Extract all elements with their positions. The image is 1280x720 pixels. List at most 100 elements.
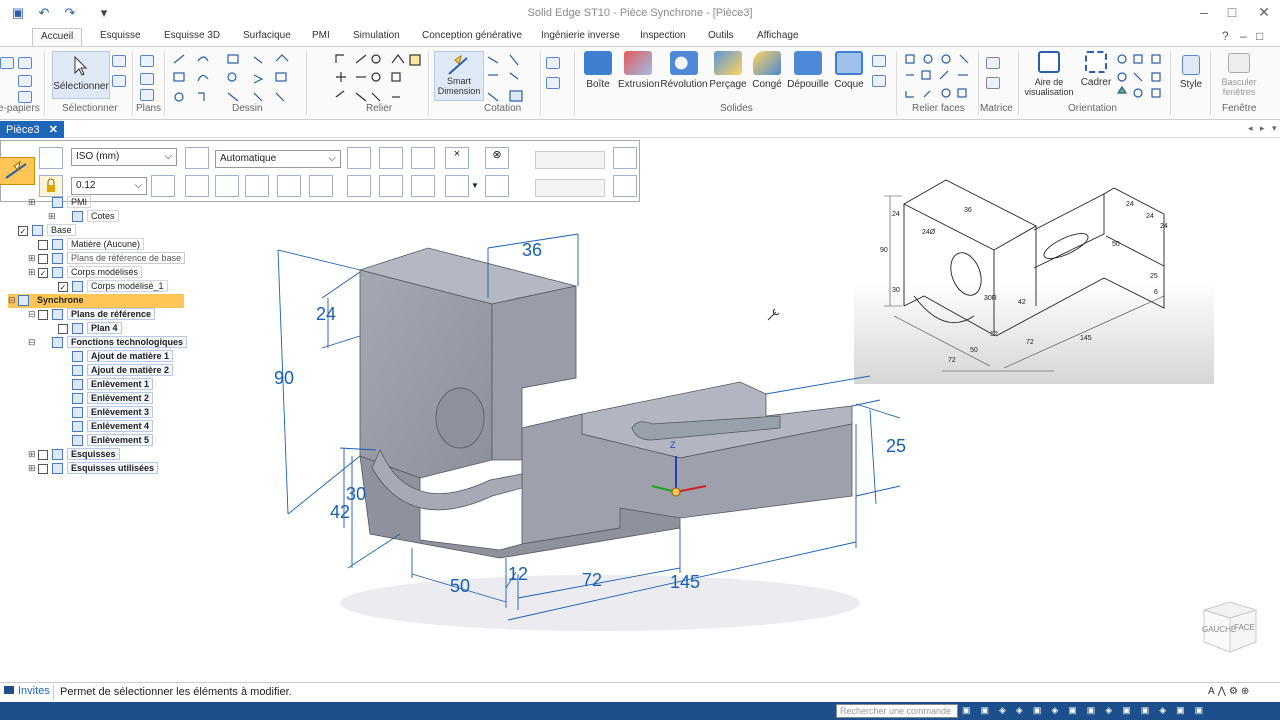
diameter-dim-icon[interactable] bbox=[277, 175, 301, 197]
tree-row[interactable]: Matière (Aucune) bbox=[8, 238, 198, 252]
tab-affichage[interactable]: Affichage bbox=[757, 30, 799, 41]
mirror-icon[interactable] bbox=[986, 77, 1000, 89]
tree-row[interactable]: ✓ Corps modélisé_1 bbox=[8, 280, 198, 294]
hole-button[interactable]: Perçage bbox=[708, 51, 748, 90]
plane-icon[interactable] bbox=[140, 55, 154, 67]
switch-windows-button[interactable]: Basculer fenêtres bbox=[1212, 53, 1266, 97]
solids-more-icon-2[interactable] bbox=[872, 75, 886, 87]
tree-row[interactable]: ⊟ Synchrone bbox=[8, 294, 184, 308]
coincident-plane-icon[interactable] bbox=[140, 73, 154, 85]
ribbon-restore-icon[interactable]: □ bbox=[1256, 29, 1263, 43]
style-button[interactable]: Style bbox=[1176, 55, 1206, 90]
status-tools-icons[interactable]: A⋀⚙⊕ bbox=[1208, 686, 1252, 697]
stack-dim-icon[interactable] bbox=[411, 175, 435, 197]
relate-tools-icons[interactable] bbox=[334, 53, 424, 105]
coordinate-dim-icon[interactable] bbox=[379, 175, 403, 197]
close-document-icon[interactable]: ✕ bbox=[49, 124, 58, 136]
tree-row[interactable]: ⊟ Fonctions technologiques bbox=[8, 336, 198, 350]
view-toolbar-icons[interactable]: ▣▣◈◈▣◈▣▣◈▣▣◈▣▣ bbox=[962, 705, 1272, 717]
select-mode-icon[interactable] bbox=[112, 75, 126, 87]
arc-dim-icon[interactable] bbox=[379, 147, 403, 169]
tab-menu-icon[interactable]: ▾ bbox=[1272, 123, 1277, 134]
tolerance-select-2[interactable] bbox=[535, 179, 605, 197]
maximize-icon[interactable]: □ bbox=[1220, 4, 1244, 20]
tree-expand-icon[interactable]: ⊞ bbox=[28, 267, 38, 278]
cut-icon[interactable] bbox=[0, 57, 14, 69]
view-tools-icons[interactable] bbox=[1116, 53, 1164, 99]
tab-scroll-right-icon[interactable]: ▸ bbox=[1260, 123, 1265, 134]
select-button[interactable]: Sélectionner bbox=[52, 51, 110, 99]
chamfer-dim-icon[interactable] bbox=[245, 175, 269, 197]
pmi-options-icon[interactable] bbox=[546, 77, 560, 89]
display-options-icon[interactable] bbox=[485, 175, 509, 197]
chevron-down-icon[interactable]: ▼ bbox=[471, 181, 479, 190]
edit-dim-icon[interactable] bbox=[445, 175, 469, 197]
ribbon-minimize-icon[interactable]: – bbox=[1240, 29, 1247, 43]
dimension-style-icon[interactable] bbox=[39, 147, 63, 169]
revolve-button[interactable]: Révolution bbox=[660, 51, 708, 90]
model-viewport[interactable]: 36 24 90 30 42 50 12 72 145 25 Z bbox=[260, 228, 920, 648]
tab-surfacique[interactable]: Surfacique bbox=[243, 30, 291, 41]
angle-dim-icon[interactable] bbox=[215, 175, 239, 197]
tree-row[interactable]: Enlèvement 3 bbox=[8, 406, 198, 420]
close-x-icon[interactable]: × bbox=[445, 147, 469, 169]
tree-row[interactable]: Ajout de matière 1 bbox=[8, 350, 198, 364]
tree-row[interactable]: ⊞ ✓ Corps modélisés bbox=[8, 266, 198, 280]
tree-checkbox[interactable] bbox=[38, 449, 48, 460]
tree-row[interactable]: Enlèvement 2 bbox=[8, 392, 198, 406]
pattern-icon[interactable] bbox=[986, 57, 1000, 69]
dimension-tools-icons[interactable] bbox=[486, 53, 532, 105]
solids-more-icon[interactable] bbox=[872, 55, 886, 67]
tree-expand-icon[interactable]: ⊞ bbox=[28, 253, 38, 264]
precision-options-icon[interactable] bbox=[151, 175, 175, 197]
tree-expand-icon[interactable]: ⊞ bbox=[28, 449, 38, 460]
tree-checkbox[interactable]: ✓ bbox=[18, 225, 28, 236]
tree-row[interactable]: ⊞ Esquisses utilisées bbox=[8, 462, 198, 476]
tree-checkbox[interactable] bbox=[38, 463, 48, 474]
tree-row[interactable]: ⊟ Plans de référence bbox=[8, 308, 198, 322]
tree-row[interactable]: Enlèvement 4 bbox=[8, 420, 198, 434]
symmetric-dim-icon[interactable] bbox=[347, 175, 371, 197]
tree-expand-icon[interactable]: ⊞ bbox=[48, 211, 58, 222]
tree-expand-icon[interactable]: ⊞ bbox=[28, 197, 38, 208]
precision-select[interactable]: 0.12 ⌵ bbox=[71, 177, 147, 195]
plane-options-icon[interactable] bbox=[140, 89, 154, 101]
format-painter-icon[interactable] bbox=[18, 91, 32, 103]
shell-button[interactable]: Coque bbox=[832, 51, 866, 90]
paste-icon[interactable] bbox=[18, 75, 32, 87]
mode-select[interactable]: Automatique ⌵ bbox=[215, 150, 341, 168]
tree-row[interactable]: Enlèvement 1 bbox=[8, 378, 198, 392]
tab-scroll-left-icon[interactable]: ◂ bbox=[1248, 123, 1253, 134]
tolerance-select[interactable] bbox=[535, 151, 605, 169]
tree-row[interactable]: ⊞ Plans de référence de base bbox=[8, 252, 198, 266]
tab-inspection[interactable]: Inspection bbox=[640, 30, 686, 41]
tree-row[interactable]: ⊞ Cotes bbox=[8, 210, 198, 224]
document-tab[interactable]: Pièce3 ✕ bbox=[0, 121, 64, 138]
box-button[interactable]: Boîte bbox=[580, 51, 616, 90]
lock-icon[interactable] bbox=[39, 175, 63, 197]
face-relate-icons[interactable] bbox=[904, 53, 974, 99]
pmi-flag-icon[interactable] bbox=[613, 147, 637, 169]
tree-expand-icon[interactable]: ⊟ bbox=[28, 337, 38, 348]
minimize-icon[interactable]: – bbox=[1192, 4, 1216, 20]
view-area-button[interactable]: Aire de visualisation bbox=[1024, 51, 1074, 97]
tab-simulation[interactable]: Simulation bbox=[353, 30, 400, 41]
tree-row[interactable]: Enlèvement 5 bbox=[8, 434, 198, 448]
command-search-input[interactable]: Rechercher une commande bbox=[836, 704, 958, 718]
tree-row[interactable]: Ajout de matière 2 bbox=[8, 364, 198, 378]
prompt-tab[interactable]: Invites bbox=[0, 685, 54, 701]
origin-icon[interactable] bbox=[613, 175, 637, 197]
tab-esquisse-3d[interactable]: Esquisse 3D bbox=[164, 30, 220, 41]
round-button[interactable]: Congé bbox=[750, 51, 784, 90]
select-filter-icon[interactable] bbox=[112, 55, 126, 67]
close-icon[interactable]: ✕ bbox=[1252, 4, 1276, 21]
tab-accueil[interactable]: Accueil bbox=[32, 28, 83, 47]
concentric-dim-icon[interactable] bbox=[309, 175, 333, 197]
extrude-button[interactable]: Extrusion bbox=[618, 51, 660, 90]
tree-expand-icon[interactable]: ⊟ bbox=[8, 295, 18, 306]
tab-outils[interactable]: Outils bbox=[708, 30, 734, 41]
tree-row[interactable]: ⊞ Esquisses bbox=[8, 448, 198, 462]
tab-conception-generative[interactable]: Conception générative bbox=[422, 30, 522, 41]
draft-button[interactable]: Dépouille bbox=[786, 51, 830, 90]
fit-button[interactable]: Cadrer bbox=[1078, 51, 1114, 88]
